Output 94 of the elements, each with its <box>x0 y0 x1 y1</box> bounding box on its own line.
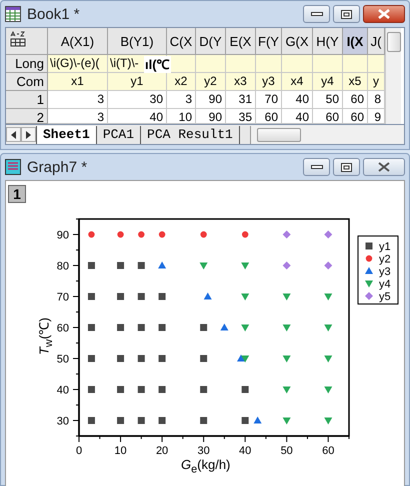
graph-icon <box>5 159 21 175</box>
table-cell: 90 <box>196 109 226 124</box>
column-header[interactable]: F(Y <box>256 28 282 55</box>
table-cell: 60 <box>313 109 343 124</box>
y-tick-label: 90 <box>56 230 69 242</box>
minimize-icon <box>310 165 322 169</box>
table-cell: 8 <box>368 91 385 109</box>
row-header[interactable]: 1 <box>6 91 48 109</box>
window-title: Book1 * <box>27 6 81 22</box>
close-button[interactable] <box>363 158 405 176</box>
left-arrow-icon <box>11 130 16 138</box>
table-cell: y2 <box>196 73 226 91</box>
column-header[interactable]: D(Y <box>196 28 226 55</box>
x-tick-label: 10 <box>114 445 127 457</box>
sheet-tab[interactable]: Sheet1 <box>36 126 96 144</box>
legend-label: y2 <box>379 254 391 266</box>
sheet-tab[interactable] <box>238 126 250 144</box>
table-cell: 10 <box>167 109 196 124</box>
table-cell: 60 <box>343 91 368 109</box>
x-axis-title: G$_{e}$(kg/h) <box>181 457 230 476</box>
maximize-icon <box>341 10 352 18</box>
legend-label: y3 <box>379 266 391 278</box>
table-cell: 40 <box>282 91 313 109</box>
table-cell: 60 <box>343 109 368 124</box>
table-cell: 3 <box>48 91 108 109</box>
workbook-icon <box>5 6 21 22</box>
sheet-tab[interactable]: PCA1 <box>96 126 140 144</box>
minimize-icon <box>310 12 322 16</box>
x-tick-label: 0 <box>76 445 82 457</box>
x-tick-label: 50 <box>280 445 293 457</box>
table-cell: 40 <box>282 109 313 124</box>
legend-label: y5 <box>379 291 391 303</box>
row-header[interactable]: 2 <box>6 109 48 124</box>
scroll-left-button[interactable] <box>6 127 21 142</box>
y-tick-label: 60 <box>56 322 69 334</box>
x-tick-label: 30 <box>198 445 210 457</box>
y-tick-label: 40 <box>56 384 69 396</box>
table-cell: 70 <box>256 91 282 109</box>
right-arrow-icon <box>26 130 31 138</box>
table-cell: 40 <box>108 109 167 124</box>
table-cell: x3 <box>226 73 256 91</box>
table-cell: x1 <box>48 73 108 91</box>
close-button[interactable] <box>363 5 405 23</box>
table-cell: x2 <box>167 73 196 91</box>
table-cell: 60 <box>256 109 282 124</box>
y-tick-label: 80 <box>56 260 69 272</box>
x-tick-label: 40 <box>239 445 252 457</box>
x-tick-label: 20 <box>156 445 168 457</box>
sheet-tab[interactable]: PCA Result1 <box>140 126 239 144</box>
sort-grid-icon[interactable] <box>10 31 26 47</box>
table-cell: 35 <box>226 109 256 124</box>
scroll-right-button[interactable] <box>21 127 36 142</box>
vertical-scrollbar[interactable] <box>385 28 401 124</box>
column-header[interactable]: H(Y <box>313 28 343 55</box>
legend-label: y1 <box>379 241 391 253</box>
table-cell: 90 <box>196 91 226 109</box>
cell-editor[interactable]: ıl(℃ <box>144 56 171 73</box>
column-header[interactable]: G(X <box>282 28 313 55</box>
column-header[interactable]: E(X <box>226 28 256 55</box>
column-header[interactable]: J( <box>368 28 385 55</box>
y-tick-label: 50 <box>56 354 69 366</box>
layer-button[interactable]: 1 <box>8 185 26 203</box>
legend-box <box>358 236 398 304</box>
table-cell: 31 <box>226 91 256 109</box>
table-cell: x4 <box>282 73 313 91</box>
close-icon <box>378 162 390 172</box>
maximize-button[interactable] <box>333 158 360 176</box>
table-cell: y1 <box>108 73 167 91</box>
close-icon <box>378 9 390 19</box>
table-cell: 3 <box>167 91 196 109</box>
maximize-icon <box>341 162 352 172</box>
maximize-button[interactable] <box>333 5 360 23</box>
row-header[interactable]: Long <box>6 55 48 73</box>
y-tick-label: 30 <box>56 416 69 428</box>
window-title: Graph7 * <box>27 158 88 176</box>
row-header[interactable]: Com <box>6 73 48 91</box>
table-cell: y <box>368 73 385 91</box>
minimize-button[interactable] <box>303 158 330 176</box>
table-cell: 30 <box>108 91 167 109</box>
table-cell: 3 <box>48 109 108 124</box>
table-cell: y3 <box>256 73 282 91</box>
legend-label: y4 <box>379 278 391 290</box>
table-cell: y4 <box>313 73 343 91</box>
y-tick-label: 70 <box>56 292 69 304</box>
x-tick-label: 60 <box>322 445 334 457</box>
column-header[interactable]: C(X <box>167 28 196 55</box>
table-cell: 9 <box>368 109 385 124</box>
column-header[interactable]: B(Y1) <box>108 28 167 55</box>
table-cell: 50 <box>313 91 343 109</box>
table-cell: x5 <box>343 73 368 91</box>
column-header[interactable]: A(X1) <box>48 28 108 55</box>
minimize-button[interactable] <box>303 5 330 23</box>
table-cell: \i(G)\-(e)( <box>48 55 108 73</box>
column-header[interactable]: I(X <box>343 28 368 55</box>
